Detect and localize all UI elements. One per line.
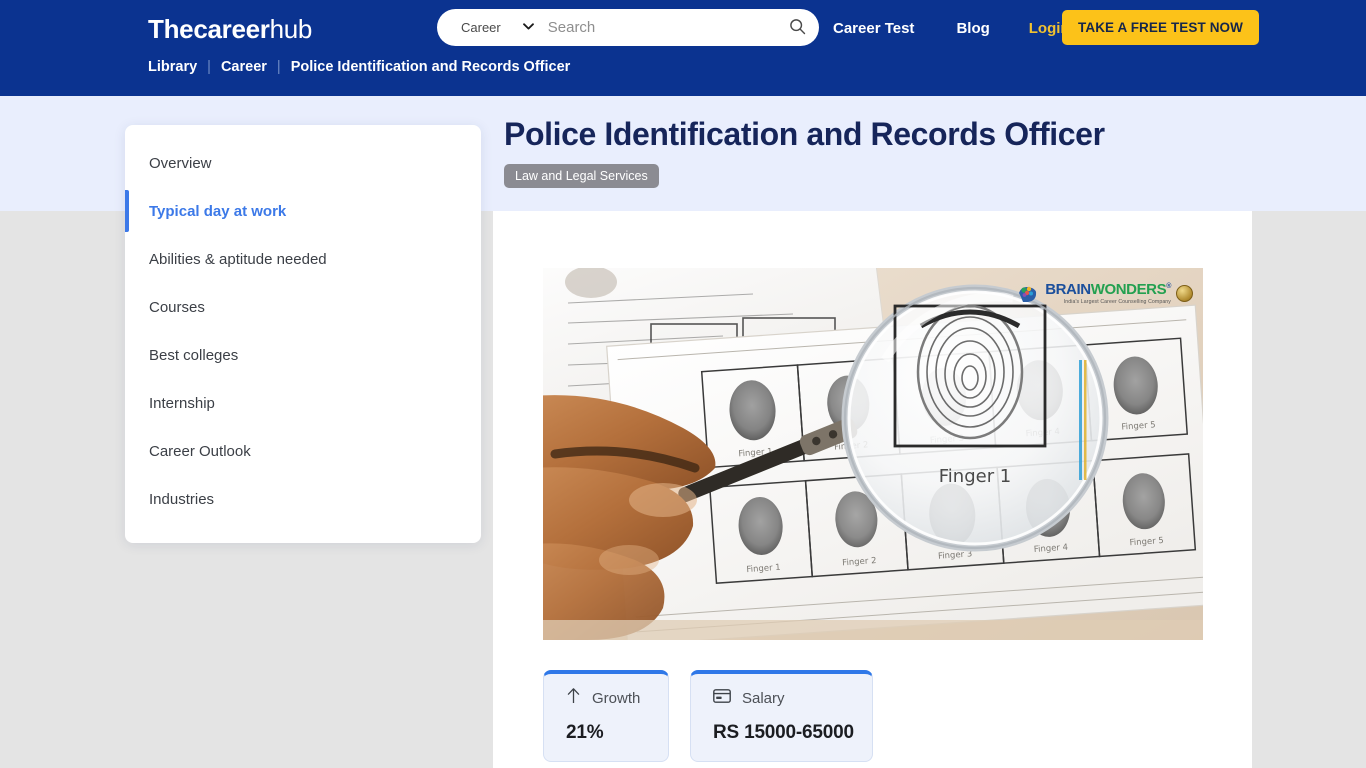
breadcrumb-item-library[interactable]: Library: [148, 59, 197, 75]
credit-card-icon: [713, 688, 731, 708]
logo-text-primary: Thecareer: [148, 14, 270, 44]
breadcrumb-separator: |: [207, 59, 211, 75]
sidebar-item-label: Abilities & aptitude needed: [149, 250, 327, 268]
watermark-brand-part2: WONDERS: [1090, 281, 1167, 298]
salary-stat-card: Salary RS 15000-65000: [690, 670, 873, 762]
section-sidebar: Overview Typical day at work Abilities &…: [125, 125, 481, 543]
brain-logo-icon: [1015, 284, 1040, 304]
brainwonders-watermark: BRAINWONDERS® India's Largest Career Cou…: [1015, 282, 1193, 305]
salary-stat-header: Salary: [713, 686, 854, 710]
salary-stat-label: Salary: [742, 689, 785, 707]
sidebar-item-internship[interactable]: Internship: [125, 379, 481, 427]
nav-link-blog[interactable]: Blog: [956, 20, 989, 37]
breadcrumb-item-career[interactable]: Career: [221, 59, 267, 75]
breadcrumb: Library | Career | Police Identification…: [148, 59, 570, 75]
salary-stat-value: RS 15000-65000: [713, 722, 854, 743]
career-stats: Growth 21% Salary RS 15000-65000: [543, 670, 873, 762]
sidebar-item-overview[interactable]: Overview: [125, 139, 481, 187]
header-nav-links: Career Test Blog Login: [833, 17, 1070, 39]
breadcrumb-separator: |: [276, 59, 281, 75]
sidebar-item-label: Industries: [149, 490, 215, 508]
top-navigation-bar: Thecareerhub Career Career Test Blog Log…: [0, 0, 1366, 96]
sidebar-item-label: Courses: [149, 298, 205, 316]
sidebar-item-career-outlook[interactable]: Career Outlook: [125, 427, 481, 475]
sidebar-item-label: Career Outlook: [149, 442, 251, 460]
sidebar-item-label: Best colleges: [149, 346, 239, 364]
search-icon: [789, 18, 806, 38]
sidebar-item-abilities-aptitude-needed[interactable]: Abilities & aptitude needed: [125, 235, 481, 283]
take-free-test-button[interactable]: TAKE A FREE TEST NOW: [1062, 10, 1259, 45]
nav-link-career-test[interactable]: Career Test: [833, 20, 914, 37]
breadcrumb-item-current: Police Identification and Records Office…: [290, 59, 571, 75]
growth-stat-value: 21%: [566, 722, 604, 743]
watermark-text: BRAINWONDERS® India's Largest Career Cou…: [1045, 282, 1171, 305]
arrow-up-icon: [566, 687, 581, 709]
growth-stat-label: Growth: [592, 689, 641, 707]
growth-stat-card: Growth 21%: [543, 670, 669, 762]
sidebar-item-label: Overview: [149, 154, 212, 172]
sidebar-item-best-colleges[interactable]: Best colleges: [125, 331, 481, 379]
category-badge: Law and Legal Services: [504, 164, 659, 188]
search-category-select[interactable]: Career: [437, 9, 542, 46]
search-submit-button[interactable]: [775, 9, 819, 46]
search-input[interactable]: [541, 9, 775, 46]
sidebar-item-label: Internship: [149, 394, 215, 412]
search-bar: Career: [437, 9, 819, 46]
watermark-tagline: India's Largest Career Counselling Compa…: [1063, 299, 1171, 305]
chevron-down-icon: [522, 22, 534, 33]
page-title: Police Identification and Records Office…: [504, 116, 1105, 152]
sidebar-item-label: Typical day at work: [149, 202, 287, 220]
sidebar-item-industries[interactable]: Industries: [125, 475, 481, 523]
logo-text-secondary: hub: [269, 14, 313, 44]
watermark-brand-part1: BRAIN: [1045, 281, 1091, 298]
site-logo[interactable]: Thecareerhub: [148, 14, 312, 45]
growth-stat-header: Growth: [566, 686, 650, 710]
sidebar-item-typical-day-at-work[interactable]: Typical day at work: [125, 187, 481, 235]
certification-seal-icon: [1176, 285, 1193, 303]
sidebar-item-courses[interactable]: Courses: [125, 283, 481, 331]
registered-mark-icon: ®: [1166, 283, 1171, 290]
svg-text:Finger 1: Finger 1: [939, 466, 1012, 487]
career-photo: Finger 1 Finger 2 Finger 3 Finger 4 Fing…: [543, 268, 1203, 640]
search-category-label: Career: [461, 20, 501, 35]
main-content-panel: Finger 1 Finger 2 Finger 3 Finger 4 Fing…: [493, 211, 1252, 768]
